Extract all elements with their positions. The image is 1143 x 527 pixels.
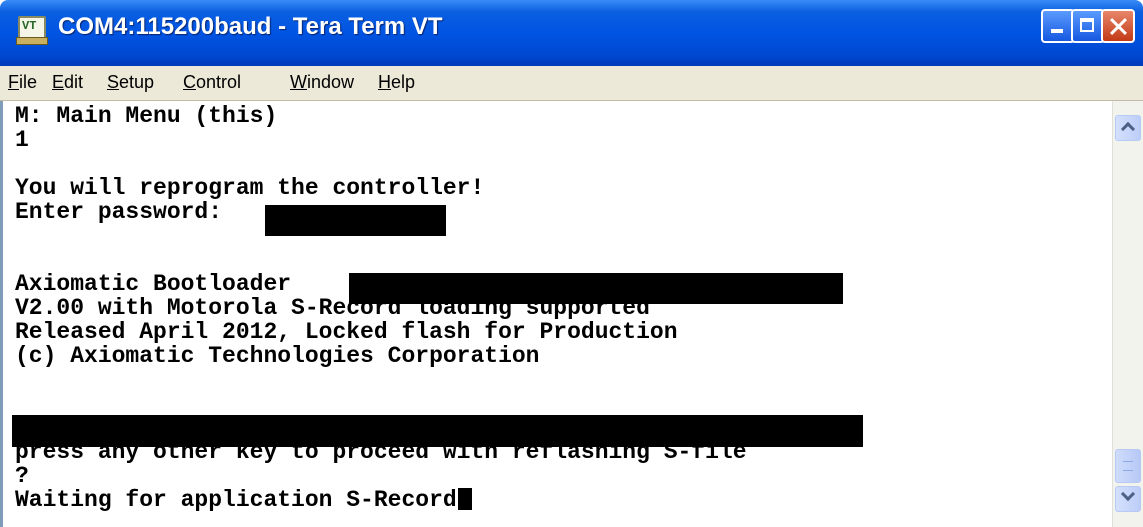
maximize-icon xyxy=(1073,11,1103,41)
minimize-button[interactable] xyxy=(1041,9,1075,43)
title-bar[interactable]: VT COM4:115200baud - Tera Term VT xyxy=(0,0,1143,66)
menu-control[interactable]: Control xyxy=(183,72,241,93)
menu-file[interactable]: File xyxy=(8,72,37,93)
version-redaction xyxy=(349,273,843,304)
tera-term-window: VT COM4:115200baud - Tera Term VT File E… xyxy=(0,0,1143,527)
scroll-down-button[interactable] xyxy=(1115,486,1141,512)
terminal-line: M: Main Menu (this) xyxy=(15,103,278,129)
window-title: COM4:115200baud - Tera Term VT xyxy=(58,13,443,40)
menu-bar: File Edit Setup Control Window Help xyxy=(0,66,1143,101)
terminal-line: Axiomatic Bootloader xyxy=(15,271,305,297)
terminal-line: Released April 2012, Locked flash for Pr… xyxy=(15,319,678,345)
terminal-line: Waiting for application S-Record xyxy=(15,488,472,512)
close-button[interactable] xyxy=(1101,9,1135,43)
app-icon-text: VT xyxy=(22,19,37,33)
menu-setup[interactable]: Setup xyxy=(107,72,154,93)
terminal-line: 1 xyxy=(15,127,29,153)
menu-window[interactable]: Window xyxy=(290,72,354,93)
terminal-line: Enter password: xyxy=(15,199,236,225)
terminal-line: You will reprogram the controller! xyxy=(15,175,485,201)
terminal-line: (c) Axiomatic Technologies Corporation xyxy=(15,343,540,369)
tera-term-app-icon[interactable]: VT xyxy=(16,16,48,45)
terminal-line: ? xyxy=(15,463,29,489)
terminal-line-text: Waiting for application S-Record xyxy=(15,487,457,513)
scrollbar-thumb[interactable] xyxy=(1115,449,1141,483)
menu-edit[interactable]: Edit xyxy=(52,72,83,93)
maximize-button[interactable] xyxy=(1071,9,1105,43)
menu-help[interactable]: Help xyxy=(378,72,415,93)
line-redaction xyxy=(12,415,863,447)
text-cursor xyxy=(457,488,472,510)
terminal-area[interactable]: M: Main Menu (this) 1 You will reprogram… xyxy=(0,101,1112,527)
minimize-icon xyxy=(1043,11,1073,41)
password-redaction xyxy=(265,205,446,236)
close-icon xyxy=(1103,11,1133,41)
vertical-scrollbar[interactable] xyxy=(1112,101,1143,527)
scroll-up-button[interactable] xyxy=(1115,115,1141,141)
